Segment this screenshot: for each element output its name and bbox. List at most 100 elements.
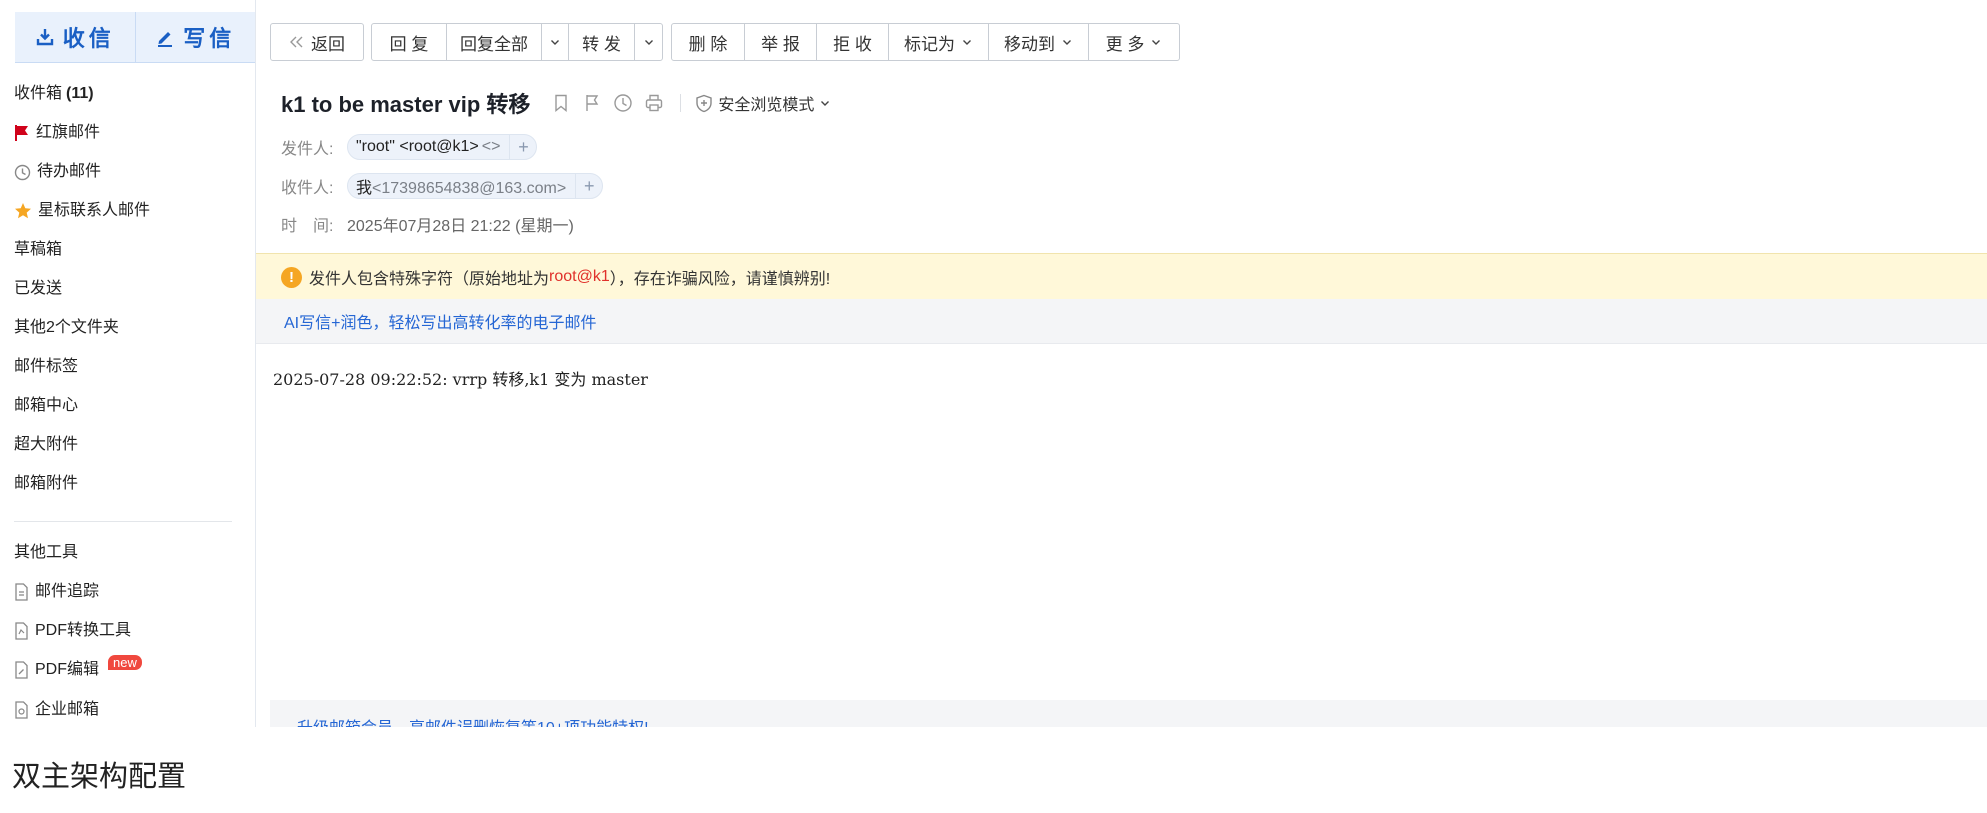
new-badge: new xyxy=(108,654,142,670)
sidebar-item-flagged[interactable]: 红旗邮件 xyxy=(14,121,100,145)
receive-button[interactable]: 收信 xyxy=(15,12,135,62)
sidebar-item-inbox[interactable]: 收件箱 (11) xyxy=(14,82,94,106)
tool-label: 邮件追踪 xyxy=(35,583,100,600)
sidebar-item-sent[interactable]: 已发送 xyxy=(14,277,62,301)
tool-label: PDF转换工具 xyxy=(35,622,132,639)
tool-label: 企业邮箱 xyxy=(35,701,100,718)
chevron-down-icon xyxy=(1063,40,1071,45)
safe-mode-label: 安全浏览模式 xyxy=(718,97,815,114)
more-button[interactable]: 更 多 xyxy=(1088,24,1179,60)
page-heading: 双主架构配置 xyxy=(12,761,187,793)
ai-promo-banner: AI写信+润色，轻松写出高转化率的电子邮件 xyxy=(256,299,1987,344)
add-contact-icon[interactable]: + xyxy=(575,174,602,198)
sidebar-item-label: 星标联系人邮件 xyxy=(38,202,151,219)
move-to-label: 移动到 xyxy=(1004,34,1055,54)
time-row: 时 间: 2025年07月28日 21:22 (星期一) xyxy=(281,210,574,238)
reply-label: 回 复 xyxy=(389,34,429,54)
clock-icon[interactable] xyxy=(613,93,633,113)
back-button[interactable]: 返回 xyxy=(271,24,363,60)
more-label: 更 多 xyxy=(1105,34,1145,54)
double-chevron-left-icon xyxy=(290,36,303,48)
upgrade-promo-link[interactable]: 升级邮箱会员，享邮件误删恢复等10+项功能特权! xyxy=(297,714,649,727)
building-icon xyxy=(15,701,28,719)
sidebar-item-label: 其他2个文件夹 xyxy=(14,319,119,336)
sidebar-item-todo[interactable]: 待办邮件 xyxy=(14,160,101,184)
write-button[interactable]: 写信 xyxy=(134,12,256,62)
chevron-down-icon xyxy=(1152,40,1161,45)
flag-icon[interactable] xyxy=(582,93,602,113)
tool-label: PDF编辑 xyxy=(35,661,100,678)
warning-prefix: 发件人包含特殊字符（原始地址为 xyxy=(309,271,550,288)
tool-pdf-edit[interactable]: PDF编辑 new xyxy=(14,654,142,682)
add-contact-icon[interactable]: + xyxy=(509,135,536,159)
bookmark-icon[interactable] xyxy=(551,93,571,113)
tool-enterprise-mail[interactable]: 企业邮箱 xyxy=(14,698,99,722)
clock-icon xyxy=(14,164,31,180)
reply-button[interactable]: 回 复 xyxy=(372,24,446,60)
forward-button[interactable]: 转 发 xyxy=(568,24,634,60)
warning-suffix: ），存在诈骗风险，请谨慎辨别! xyxy=(609,271,831,288)
sidebar-item-other-folders[interactable]: 其他2个文件夹 xyxy=(14,316,119,340)
reject-button[interactable]: 拒 收 xyxy=(816,24,888,60)
pdf-edit-icon xyxy=(15,661,28,679)
sidebar-item-label: 草稿箱 xyxy=(14,241,63,258)
delete-button[interactable]: 删 除 xyxy=(672,24,744,60)
mail-subject: k1 to be master vip 转移 xyxy=(281,92,531,117)
download-icon xyxy=(36,29,53,46)
document-icon xyxy=(15,583,28,601)
time-label: 时 间: xyxy=(281,218,334,235)
sender-chip[interactable]: "root" <root@k1> <> + xyxy=(347,134,538,160)
to-row: 收件人: 我<17398654838@163.com> + xyxy=(281,172,604,200)
inbox-count: (11) xyxy=(66,85,94,102)
recipient-address: <17398654838@163.com> xyxy=(372,180,567,197)
sender-chip-text: "root" <root@k1> <> xyxy=(348,138,509,156)
sidebar-item-starred[interactable]: 星标联系人邮件 xyxy=(14,199,150,223)
toolbar-back-group: 返回 xyxy=(270,23,364,61)
sidebar-item-drafts[interactable]: 草稿箱 xyxy=(14,238,62,262)
receive-label: 收信 xyxy=(62,26,115,51)
sender-extra: <> xyxy=(481,138,501,155)
reply-all-label: 回复全部 xyxy=(460,34,528,54)
report-label: 举 报 xyxy=(761,34,800,54)
toolbar-reply-group: 回 复 回复全部 转 发 xyxy=(371,23,663,61)
safe-browsing-mode-dropdown[interactable]: 安全浏览模式 xyxy=(695,91,831,115)
sidebar-item-mailbox-center[interactable]: 邮箱中心 xyxy=(14,394,78,418)
inbox-label: 收件箱 xyxy=(14,85,63,102)
sidebar: 收信 写信 收件箱 (11) 红旗邮件 待办邮件 星标联系人邮件 草稿箱 已发送… xyxy=(0,0,256,727)
sidebar-item-label: 邮箱附件 xyxy=(14,475,79,492)
fraud-warning-banner: ! 发件人包含特殊字符（原始地址为 root@k1 ），存在诈骗风险，请谨慎辨别… xyxy=(256,253,1987,300)
pdf-icon xyxy=(15,622,28,640)
reply-all-dropdown[interactable] xyxy=(541,24,568,60)
sidebar-item-label: 超大附件 xyxy=(14,436,79,453)
chevron-down-icon xyxy=(644,40,653,45)
sidebar-item-mail-tags[interactable]: 邮件标签 xyxy=(14,355,78,379)
tool-mail-tracking[interactable]: 邮件追踪 xyxy=(14,580,99,604)
sidebar-item-large-attachments[interactable]: 超大附件 xyxy=(14,433,78,457)
delete-label: 删 除 xyxy=(688,34,728,54)
move-to-button[interactable]: 移动到 xyxy=(988,24,1088,60)
mail-body: 2025-07-28 09:22:52: vrrp 转移,k1 变为 maste… xyxy=(273,370,648,389)
tool-pdf-convert[interactable]: PDF转换工具 xyxy=(14,619,131,643)
sender-name: "root" <root@k1> xyxy=(356,138,479,155)
ai-promo-link[interactable]: AI写信+润色，轻松写出高转化率的电子邮件 xyxy=(284,309,596,333)
subject-row: k1 to be master vip 转移 安全浏览模式 xyxy=(281,88,831,118)
print-icon[interactable] xyxy=(644,93,664,113)
to-label: 收件人: xyxy=(281,180,334,197)
mark-as-button[interactable]: 标记为 xyxy=(888,24,988,60)
from-row: 发件人: "root" <root@k1> <> + xyxy=(281,133,538,161)
report-button[interactable]: 举 报 xyxy=(744,24,816,60)
forward-label: 转 发 xyxy=(582,34,621,54)
star-icon xyxy=(15,203,31,219)
shield-icon xyxy=(696,94,713,112)
reject-label: 拒 收 xyxy=(833,34,872,54)
time-value: 2025年07月28日 21:22 (星期一) xyxy=(347,218,574,235)
back-label: 返回 xyxy=(311,34,345,54)
reply-all-button[interactable]: 回复全部 xyxy=(446,24,541,60)
forward-dropdown[interactable] xyxy=(634,24,662,60)
sidebar-item-mailbox-attachments[interactable]: 邮箱附件 xyxy=(14,472,78,496)
recipient-name: 我 xyxy=(356,180,373,197)
recipient-chip[interactable]: 我<17398654838@163.com> + xyxy=(347,173,604,199)
red-flag-icon xyxy=(15,125,28,141)
tools-header: 其他工具 xyxy=(14,541,78,565)
chevron-down-icon xyxy=(963,40,971,45)
